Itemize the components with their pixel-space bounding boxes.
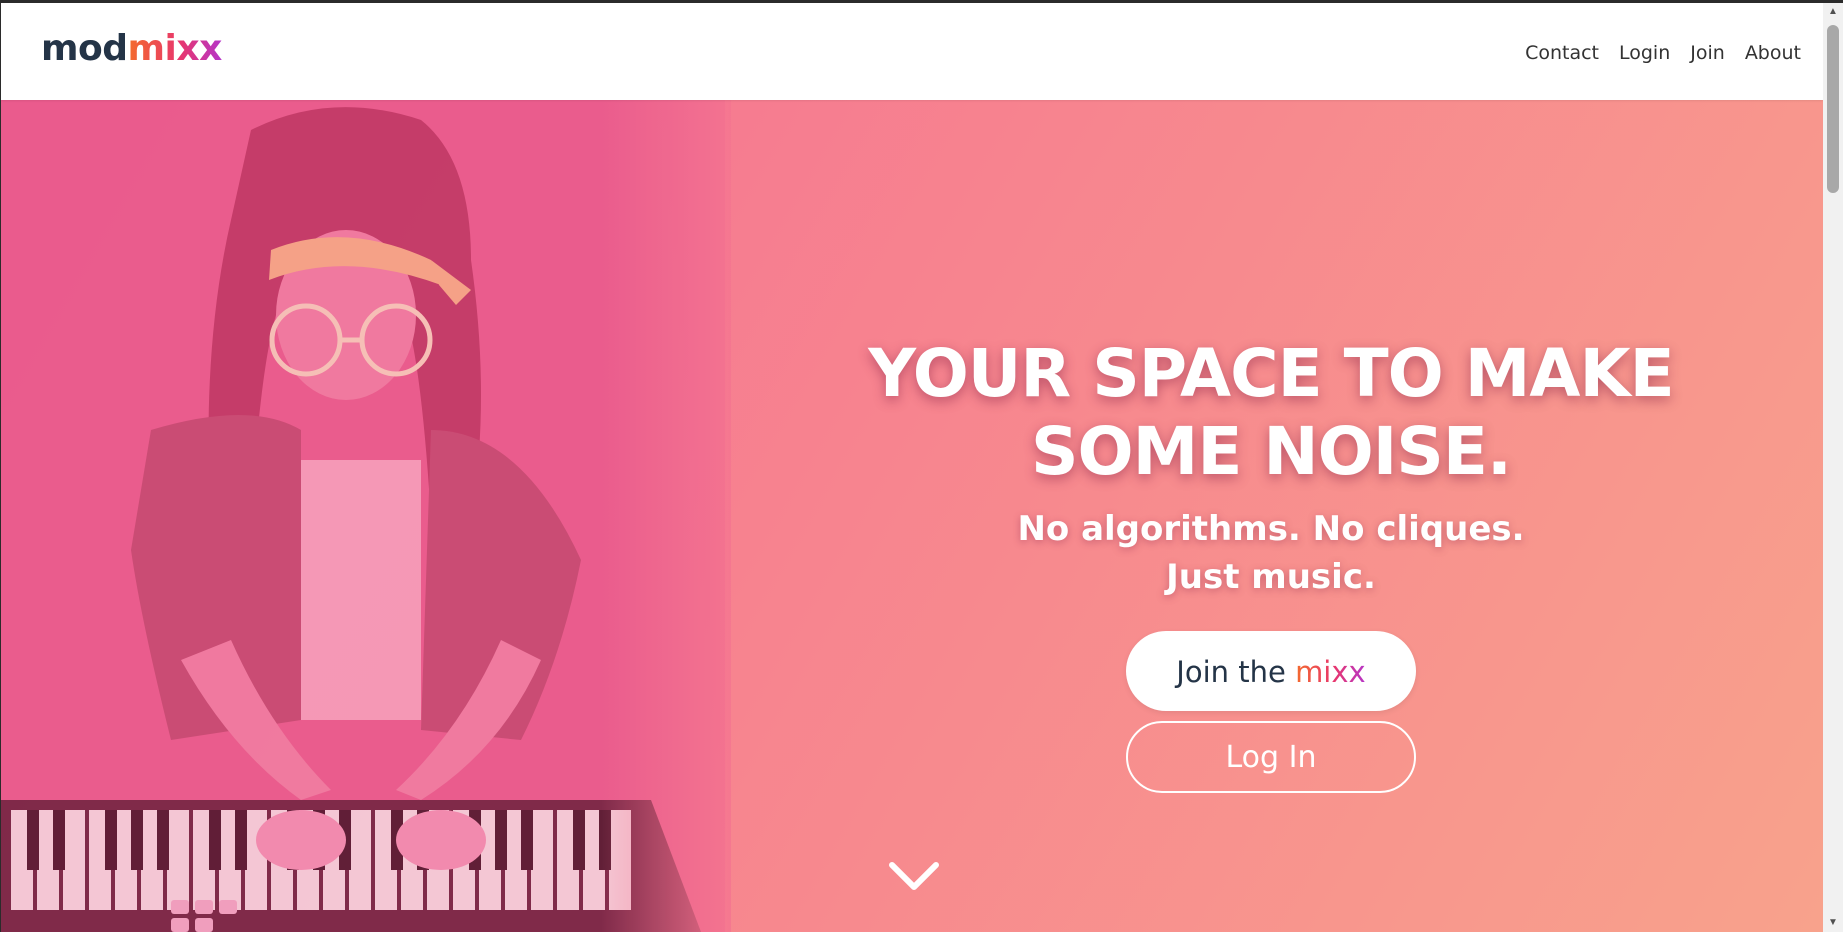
hero-headline-line1: YOUR SPACE TO MAKE xyxy=(868,335,1674,412)
hero-subheadline: No algorithms. No cliques. Just music. xyxy=(841,505,1701,601)
logo-text-mixx: mixx xyxy=(127,28,223,69)
hero-content: YOUR SPACE TO MAKE SOME NOISE. No algori… xyxy=(841,335,1701,793)
log-in-button[interactable]: Log In xyxy=(1126,721,1416,793)
nav-link-contact[interactable]: Contact xyxy=(1525,38,1599,68)
nav-links: Contact Login Join About xyxy=(1525,38,1801,68)
site-logo[interactable]: modmixx xyxy=(41,27,222,71)
logo-text-mod: mod xyxy=(41,28,128,69)
hero-headline-line2: SOME NOISE. xyxy=(1031,413,1512,490)
hero-subheadline-line1: No algorithms. No cliques. xyxy=(1017,509,1525,549)
chevron-down-icon[interactable] xyxy=(884,857,944,897)
browser-viewport: modmixx Contact Login Join About YOUR SP… xyxy=(1,3,1823,932)
scroll-up-arrow-icon[interactable]: ▲ xyxy=(1823,3,1843,21)
hero-headline: YOUR SPACE TO MAKE SOME NOISE. xyxy=(841,335,1701,491)
scroll-down-arrow-icon[interactable]: ▼ xyxy=(1823,914,1843,932)
hero-subheadline-line2: Just music. xyxy=(1166,557,1376,597)
nav-link-join[interactable]: Join xyxy=(1690,38,1725,68)
hero-section: YOUR SPACE TO MAKE SOME NOISE. No algori… xyxy=(1,100,1823,932)
photo-fade-overlay xyxy=(601,100,731,932)
navbar: modmixx Contact Login Join About xyxy=(1,3,1823,100)
hero-photo-person-keyboard xyxy=(1,100,731,932)
nav-link-about[interactable]: About xyxy=(1745,38,1801,68)
join-button-prefix: Join the xyxy=(1176,655,1286,689)
nav-link-login[interactable]: Login xyxy=(1619,38,1670,68)
page-scrollbar[interactable]: ▲ ▼ xyxy=(1823,3,1843,932)
join-button-brand: mixx xyxy=(1295,655,1366,689)
join-the-mixx-button[interactable]: Join the mixx xyxy=(1126,631,1416,711)
scrollbar-thumb[interactable] xyxy=(1827,25,1839,193)
